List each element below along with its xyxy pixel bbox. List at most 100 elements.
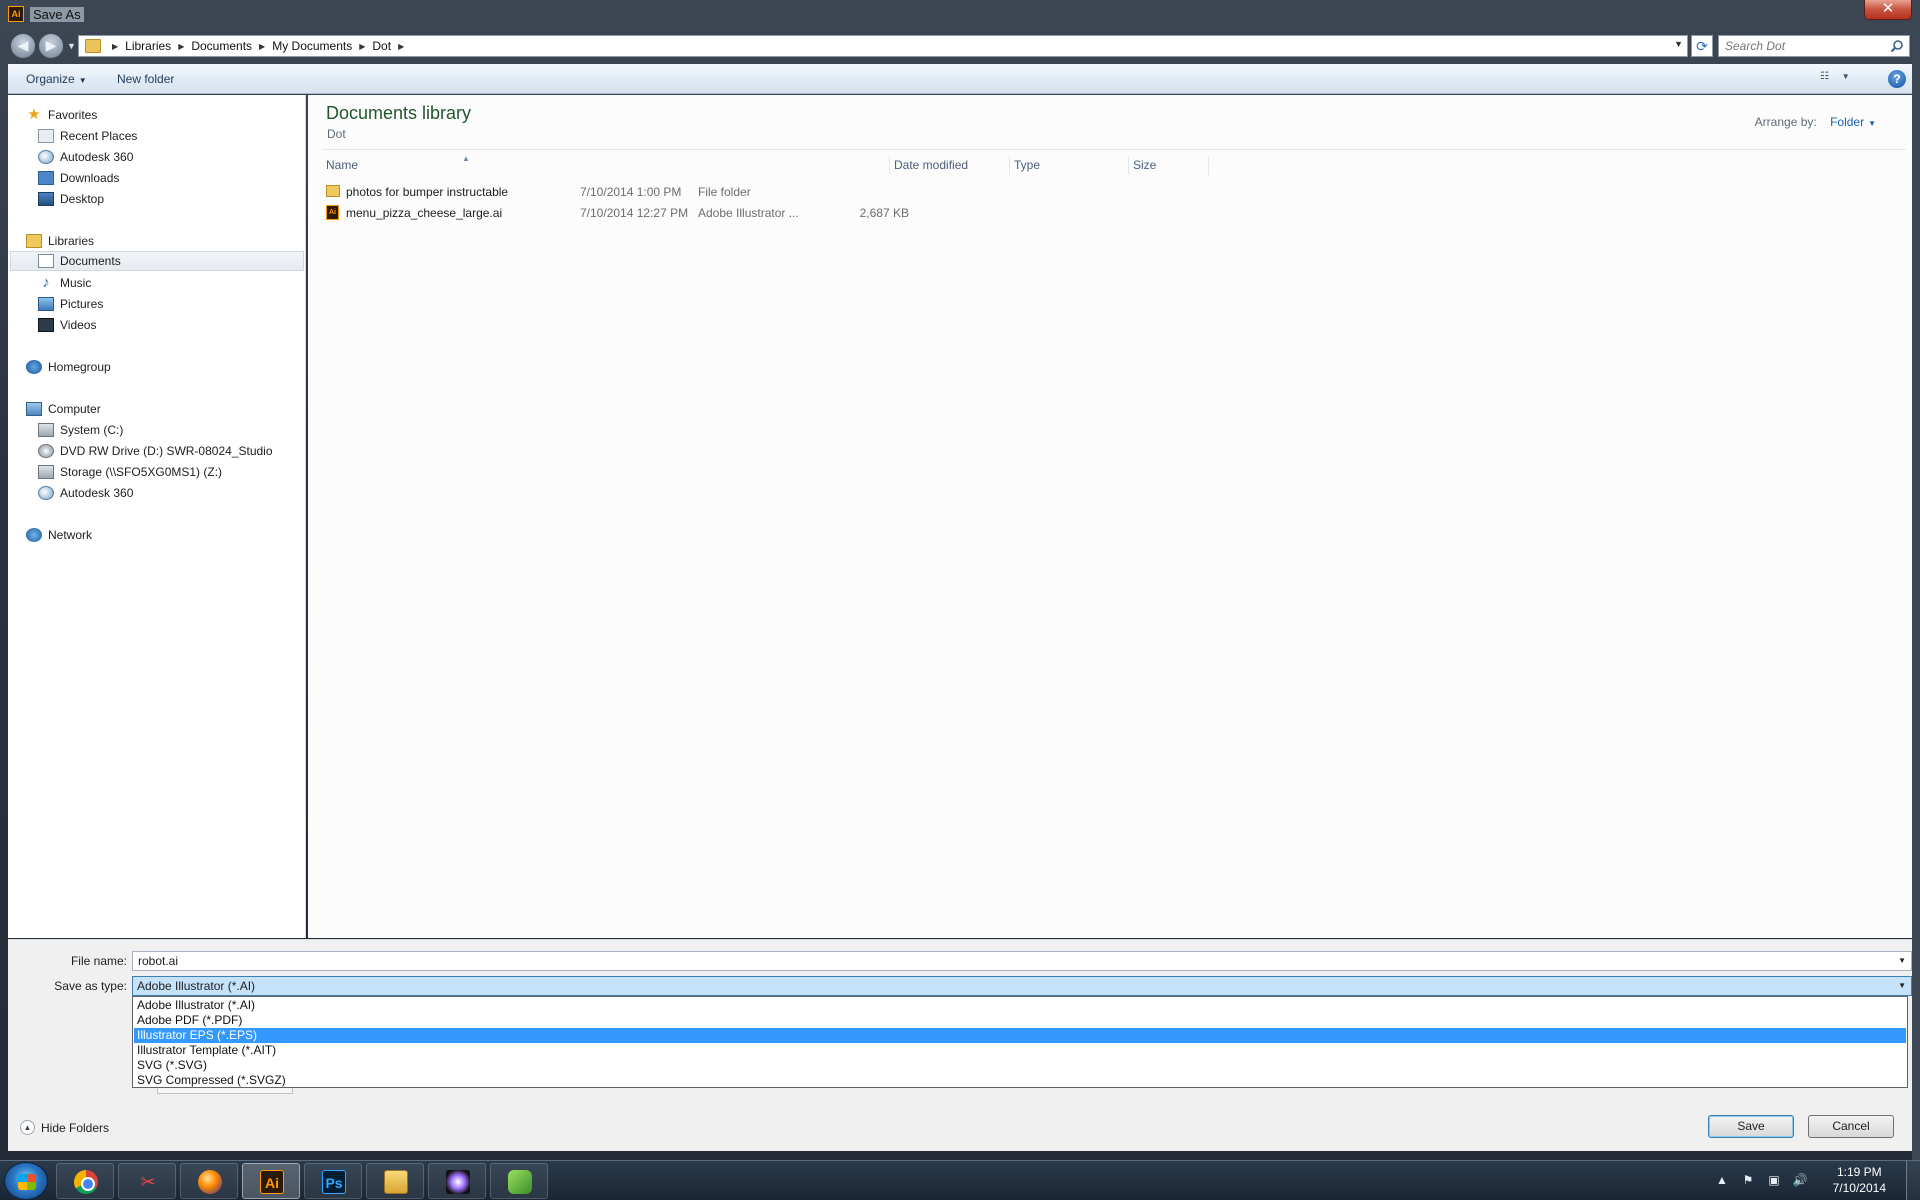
music-icon: ♪ <box>42 274 50 291</box>
column-header-name[interactable]: Name ▲ <box>322 154 890 175</box>
column-header-type[interactable]: Type <box>1010 157 1129 175</box>
sidebar-item-favorites[interactable]: ★ Favorites <box>26 105 97 125</box>
type-option-pdf[interactable]: Adobe PDF (*.PDF) <box>134 1013 1906 1028</box>
clock-time: 1:19 PM <box>1836 1165 1882 1179</box>
folder-icon <box>326 185 340 197</box>
breadcrumb-my-documents[interactable]: My Documents <box>272 39 352 53</box>
save-button[interactable]: Save <box>1708 1115 1794 1138</box>
type-option-eps[interactable]: Illustrator EPS (*.EPS) <box>134 1028 1906 1043</box>
chevron-down-icon[interactable]: ▼ <box>1898 981 1906 990</box>
file-name-input[interactable] <box>138 952 1878 970</box>
library-title: Documents library <box>326 103 472 123</box>
recent-locations-dropdown[interactable]: ▼ <box>67 41 76 51</box>
sidebar-item-downloads[interactable]: Downloads <box>38 168 119 188</box>
chevron-right-icon[interactable]: ▶ <box>398 42 404 51</box>
chevron-right-icon[interactable]: ▶ <box>178 42 184 51</box>
computer-icon <box>26 402 42 416</box>
system-clock[interactable]: 1:19 PM 7/10/2014 <box>1833 1164 1886 1196</box>
view-list-icon: ☷ <box>1820 71 1829 82</box>
sidebar-item-computer[interactable]: Computer <box>26 399 101 419</box>
chevron-right-icon[interactable]: ▶ <box>112 42 118 51</box>
close-button[interactable]: ✕ <box>1864 0 1912 20</box>
help-button[interactable]: ? <box>1888 70 1906 88</box>
sidebar-item-documents[interactable]: Documents <box>10 251 304 271</box>
sidebar-item-storage-z[interactable]: Storage (\\SFO5XG0MS1) (Z:) <box>38 462 222 482</box>
file-type: Adobe Illustrator ... <box>698 206 798 220</box>
breadcrumb-documents[interactable]: Documents <box>191 39 252 53</box>
chevron-down-icon[interactable]: ▼ <box>1674 39 1683 49</box>
sidebar-item-music[interactable]: ♪ Music <box>38 273 91 293</box>
show-desktop-button[interactable] <box>1906 1161 1920 1200</box>
taskbar-green-app[interactable] <box>490 1163 548 1199</box>
sidebar-item-videos[interactable]: Videos <box>38 315 96 335</box>
taskbar-media-app[interactable] <box>180 1163 238 1199</box>
system-tray: ▲ ⚑ ▣ 🔊 <box>1714 1173 1808 1189</box>
taskbar-snipping-tool[interactable]: ✂ <box>118 1163 176 1199</box>
taskbar-photoshop[interactable]: Ps <box>304 1163 362 1199</box>
search-icon[interactable] <box>1890 39 1904 53</box>
action-center-flag-icon[interactable]: ⚑ <box>1740 1173 1756 1189</box>
save-as-type-label: Save as type: <box>54 979 127 993</box>
hide-folders-button[interactable]: ▲ Hide Folders <box>20 1120 109 1135</box>
type-option-ait[interactable]: Illustrator Template (*.AIT) <box>134 1043 1906 1058</box>
refresh-button[interactable]: ⟳ <box>1691 35 1713 57</box>
illustrator-icon: Ai <box>260 1170 284 1194</box>
sidebar-item-system-c[interactable]: System (C:) <box>38 420 123 440</box>
type-option-svgz[interactable]: SVG Compressed (*.SVGZ) <box>134 1073 1906 1088</box>
green-app-icon <box>508 1170 532 1194</box>
scissors-icon: ✂ <box>140 1172 156 1192</box>
chevron-right-icon[interactable]: ▶ <box>359 42 365 51</box>
taskbar-graphics-app[interactable] <box>428 1163 486 1199</box>
show-hidden-icons-icon[interactable]: ▲ <box>1714 1173 1730 1189</box>
divider <box>322 149 1906 150</box>
help-icon: ? <box>1893 72 1901 86</box>
sidebar-item-pictures[interactable]: Pictures <box>38 294 103 314</box>
breadcrumb-libraries[interactable]: Libraries <box>125 39 171 53</box>
organize-button[interactable]: Organize ▼ <box>26 72 87 86</box>
cancel-button[interactable]: Cancel <box>1808 1115 1894 1138</box>
chevron-down-icon[interactable]: ▼ <box>1898 956 1906 965</box>
taskbar-illustrator[interactable]: Ai <box>242 1163 300 1199</box>
cloud-icon <box>38 486 54 500</box>
sidebar-item-autodesk-360[interactable]: Autodesk 360 <box>38 147 133 167</box>
arrange-by-dropdown[interactable]: Folder <box>1830 115 1864 129</box>
file-name-field[interactable]: ▼ <box>132 951 1912 971</box>
new-folder-button[interactable]: New folder <box>117 72 174 86</box>
search-input[interactable] <box>1725 36 1885 56</box>
sidebar-item-autodesk-360-computer[interactable]: Autodesk 360 <box>38 483 133 503</box>
file-name-label: File name: <box>70 954 127 968</box>
sidebar-item-homegroup[interactable]: Homegroup <box>26 357 111 377</box>
pictures-icon <box>38 297 54 311</box>
sidebar-item-label: Homegroup <box>48 360 111 374</box>
sidebar-item-dvd-drive[interactable]: DVD RW Drive (D:) SWR-08024_Studio <box>38 441 273 461</box>
type-option-svg[interactable]: SVG (*.SVG) <box>134 1058 1906 1073</box>
forward-button[interactable]: ▶ <box>38 33 64 59</box>
save-as-type-select[interactable]: Adobe Illustrator (*.AI) ▼ <box>132 976 1912 996</box>
volume-icon[interactable]: 🔊 <box>1792 1173 1808 1189</box>
change-view-button[interactable]: ☷ ▼ <box>1820 71 1860 87</box>
chevron-right-icon[interactable]: ▶ <box>259 42 265 51</box>
taskbar-chrome[interactable] <box>56 1163 114 1199</box>
sidebar-item-libraries[interactable]: Libraries <box>26 231 94 251</box>
chevron-down-icon[interactable]: ▼ <box>1868 119 1876 128</box>
network-status-icon[interactable]: ▣ <box>1766 1173 1782 1189</box>
column-header-date-modified[interactable]: Date modified <box>890 157 1010 175</box>
search-box[interactable] <box>1718 35 1910 57</box>
column-header-size[interactable]: Size <box>1129 157 1209 175</box>
sidebar-item-recent-places[interactable]: Recent Places <box>38 126 137 146</box>
command-bar: Organize ▼ New folder ☷ ▼ ? <box>8 64 1912 94</box>
file-row[interactable]: photos for bumper instructable 7/10/2014… <box>322 182 922 202</box>
file-row[interactable]: Ai menu_pizza_cheese_large.ai 7/10/2014 … <box>322 203 922 223</box>
photoshop-icon: Ps <box>322 1170 346 1194</box>
back-button[interactable]: ◀ <box>10 33 36 59</box>
sidebar-item-network[interactable]: Network <box>26 525 92 545</box>
homegroup-icon <box>26 360 42 374</box>
sidebar-item-desktop[interactable]: Desktop <box>38 189 104 209</box>
sidebar-item-label: Computer <box>48 402 101 416</box>
address-bar[interactable]: ▶ Libraries ▶ Documents ▶ My Documents ▶… <box>78 35 1688 57</box>
start-button[interactable] <box>4 1162 48 1200</box>
breadcrumb-dot[interactable]: Dot <box>372 39 391 53</box>
taskbar-explorer[interactable] <box>366 1163 424 1199</box>
type-option-ai[interactable]: Adobe Illustrator (*.AI) <box>134 998 1906 1013</box>
column-label: Name <box>326 158 359 172</box>
